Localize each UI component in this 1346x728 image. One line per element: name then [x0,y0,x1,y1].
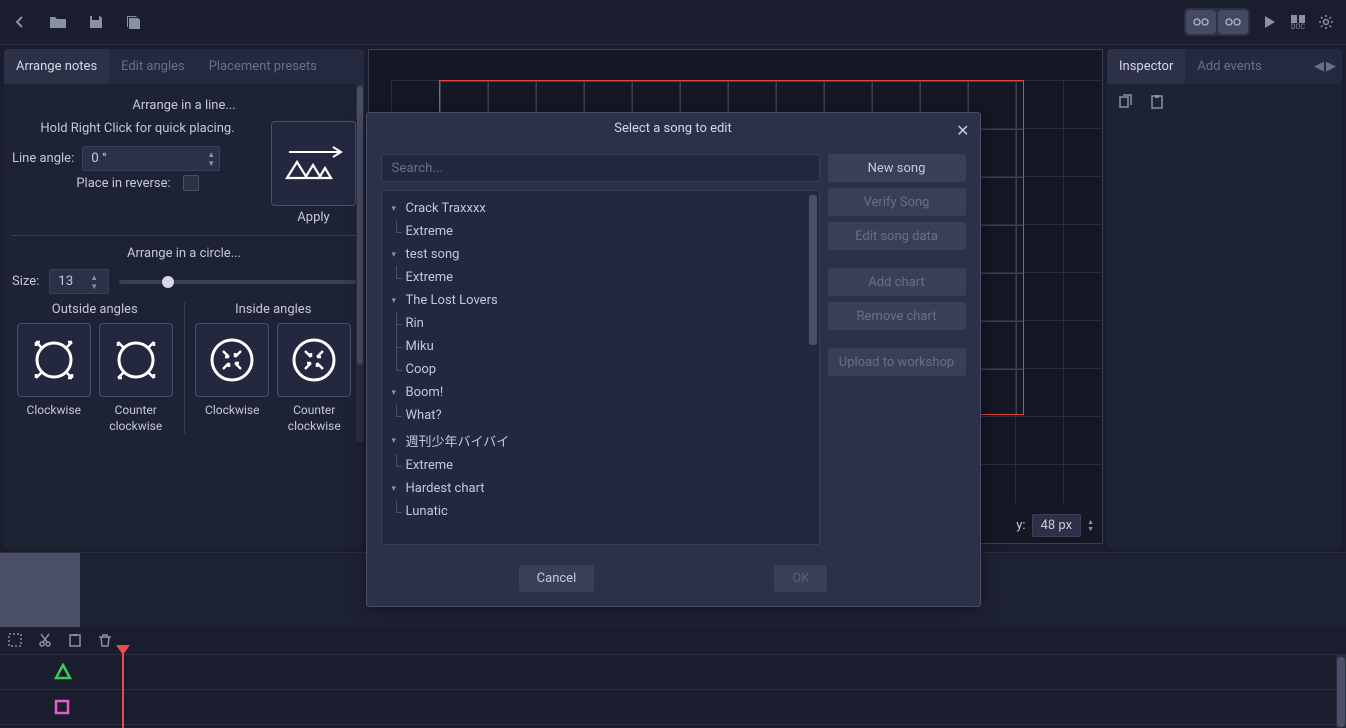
song-tree[interactable]: ▾Crack TraxxxxExtreme▾test songExtreme▾T… [381,190,820,545]
tab-placement-presets[interactable]: Placement presets [197,49,329,84]
tree-chart[interactable]: What? [386,404,815,427]
tree-chart[interactable]: Rin [386,312,815,335]
modal-title: Select a song to edit [614,121,731,136]
tab-add-events[interactable]: Add events [1185,49,1273,84]
outside-cw-button[interactable] [17,323,91,397]
line-angle-input[interactable]: ▲▼ [82,146,220,171]
panel-next-icon[interactable]: ▶ [1326,59,1336,74]
y-label: y: [1016,518,1025,533]
tree-song[interactable]: ▾Crack Traxxxx [386,197,815,220]
track-square[interactable] [0,690,1346,725]
cancel-button[interactable]: Cancel [519,565,595,592]
delete-icon[interactable] [98,633,114,649]
view-toggle [1184,8,1250,36]
tree-chart[interactable]: Extreme [386,266,815,289]
doc-icon[interactable]: DOC [1290,12,1306,32]
remove-chart-button[interactable]: Remove chart [828,302,966,330]
track-triangle[interactable] [0,655,1346,690]
circle-section-title: Arrange in a circle... [12,246,356,261]
square-icon [54,699,70,715]
tree-chart[interactable]: Coop [386,358,815,381]
view-mode-2-button[interactable] [1218,10,1248,34]
spinner-icon[interactable]: ▲▼ [1087,519,1094,533]
upload-workshop-button[interactable]: Upload to workshop [828,348,966,376]
settings-icon[interactable] [1316,12,1336,32]
track-scrollbar[interactable] [1336,655,1346,728]
tree-song[interactable]: ▾Boom! [386,381,815,404]
tab-edit-angles[interactable]: Edit angles [109,49,197,84]
spinner-icon[interactable]: ▲▼ [86,273,102,291]
tree-song[interactable]: ▾The Lost Lovers [386,289,815,312]
tree-song[interactable]: ▾test song [386,243,815,266]
save-all-icon[interactable] [124,12,144,32]
quick-place-hint: Hold Right Click for quick placing. [12,121,263,136]
back-icon[interactable] [10,12,30,32]
inside-cw-button[interactable] [195,323,269,397]
apply-label: Apply [297,210,329,225]
view-mode-1-button[interactable] [1186,10,1216,34]
outside-angles-title: Outside angles [12,302,178,317]
verify-song-button[interactable]: Verify Song [828,188,966,216]
play-icon[interactable] [1260,12,1280,32]
right-panel: Inspector Add events ◀ ▶ [1107,49,1342,548]
size-label: Size: [12,274,39,289]
tree-chart[interactable]: Miku [386,335,815,358]
paste-icon[interactable] [1149,94,1167,112]
tab-arrange-notes[interactable]: Arrange notes [4,49,109,84]
copy-icon[interactable] [1117,94,1135,112]
tree-chart[interactable]: Lunatic [386,500,815,523]
paste-icon[interactable] [68,633,84,649]
timeline-toolbar [0,627,1346,655]
spinner-icon[interactable]: ▲▼ [203,150,219,168]
y-value[interactable]: 48 px [1032,514,1082,537]
close-icon[interactable]: ✕ [956,121,969,140]
add-chart-button[interactable]: Add chart [828,268,966,296]
folder-icon[interactable] [48,12,68,32]
tab-inspector[interactable]: Inspector [1107,49,1185,84]
cw-label: Clockwise [27,403,81,419]
place-reverse-checkbox[interactable] [183,175,199,191]
place-reverse-label: Place in reverse: [76,176,170,191]
inside-ccw-button[interactable] [277,323,351,397]
line-preview[interactable] [271,121,356,206]
line-section-title: Arrange in a line... [12,98,356,113]
cut-icon[interactable] [38,633,54,649]
save-icon[interactable] [86,12,106,32]
ccw-label: Counter clockwise [109,403,162,434]
left-tabs: Arrange notes Edit angles Placement pres… [4,49,364,84]
ok-button[interactable]: OK [774,565,827,592]
select-icon[interactable] [8,633,24,649]
top-toolbar: DOC [0,0,1346,45]
cw-label-2: Clockwise [205,403,259,419]
panel-prev-icon[interactable]: ◀ [1314,59,1324,74]
wave-segment [0,553,80,627]
tree-song[interactable]: ▾週刊少年バイバイ [386,427,815,454]
tree-scrollbar[interactable] [809,195,817,345]
left-panel: Arrange notes Edit angles Placement pres… [4,49,364,548]
size-input[interactable]: ▲▼ [49,269,109,294]
playhead[interactable] [122,645,124,728]
tree-chart[interactable]: Extreme [386,454,815,477]
line-angle-label: Line angle: [12,151,74,166]
edit-song-data-button[interactable]: Edit song data [828,222,966,250]
left-scrollbar[interactable] [356,84,364,442]
search-input[interactable] [381,154,820,182]
triangle-icon [54,663,72,681]
outside-ccw-button[interactable] [99,323,173,397]
new-song-button[interactable]: New song [828,154,966,182]
inside-angles-title: Inside angles [191,302,357,317]
size-slider[interactable] [119,280,356,284]
song-select-modal: Select a song to edit ✕ ▾Crack TraxxxxEx… [366,112,981,607]
ccw-label-2: Counter clockwise [288,403,341,434]
tracks[interactable] [0,655,1346,728]
tree-chart[interactable]: Extreme [386,220,815,243]
tree-song[interactable]: ▾Hardest chart [386,477,815,500]
